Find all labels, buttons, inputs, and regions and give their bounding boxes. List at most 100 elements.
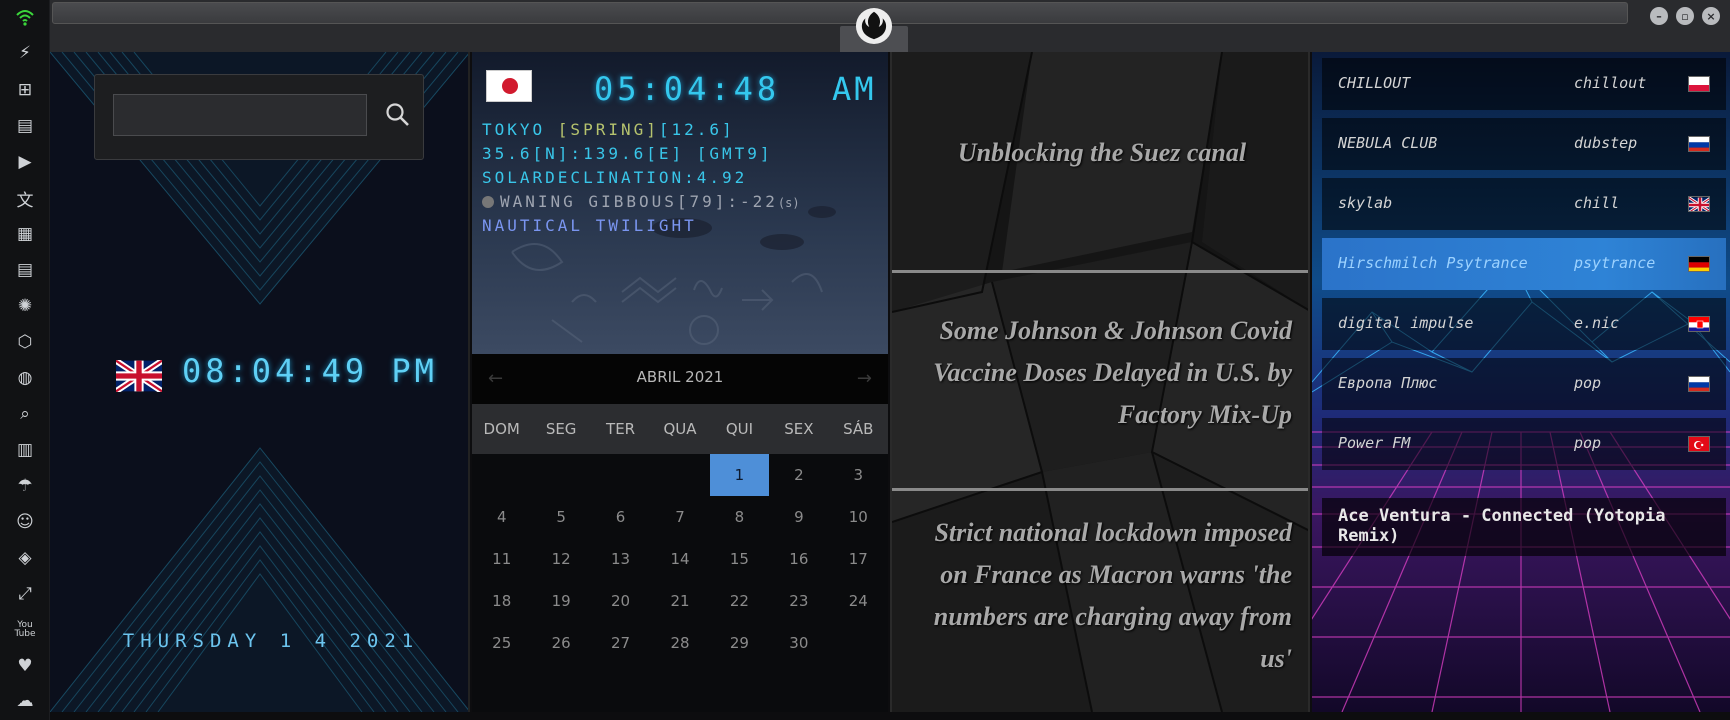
radio-station-row[interactable]: digital impulse e.nic <box>1322 298 1726 350</box>
heart-icon[interactable]: ♥ <box>10 653 40 679</box>
station-genre: chillout <box>1574 74 1647 92</box>
minimize-button[interactable]: – <box>1650 7 1668 25</box>
calendar-day[interactable]: 26 <box>531 622 590 664</box>
calendar-day[interactable]: 16 <box>769 538 828 580</box>
uk-time: 08:04:49 PM <box>182 352 438 390</box>
calendar-day[interactable]: 10 <box>829 496 888 538</box>
map-icon[interactable]: ▥ <box>10 437 40 463</box>
calendar-next-button[interactable]: → <box>857 368 872 389</box>
calendar-day[interactable]: 28 <box>650 622 709 664</box>
de-flag-icon <box>1688 256 1710 272</box>
calendar-day[interactable]: 6 <box>591 496 650 538</box>
search-button[interactable] <box>381 97 415 133</box>
calendar-day[interactable]: 11 <box>472 538 531 580</box>
calendar-day-names: DOM SEG TER QUA QUI SEX SÁB <box>472 404 888 454</box>
radio-station-row[interactable]: CHILLOUT chillout <box>1322 58 1726 110</box>
tokyo-time: 05:04:48 <box>594 70 781 108</box>
calendar-day[interactable]: 4 <box>472 496 531 538</box>
calendar-empty-cell <box>531 454 590 496</box>
close-button[interactable]: × <box>1702 7 1720 25</box>
expand-icon[interactable]: ⤢ <box>10 581 40 607</box>
news-divider <box>892 488 1308 491</box>
tokyo-coords: 35.6[N]:139.6[E] [GMT9] <box>482 144 773 163</box>
wifi-icon[interactable] <box>10 4 40 30</box>
contact-icon[interactable]: ☺ <box>10 509 40 535</box>
window-titlebar: – ▫ × <box>50 0 1730 52</box>
radio-station-row[interactable]: Hirschmilch Psytrance psytrance <box>1322 238 1726 290</box>
temperature: [12.6] <box>658 120 735 139</box>
hexagon-icon[interactable]: ⬡ <box>10 329 40 355</box>
calendar-day[interactable]: 30 <box>769 622 828 664</box>
radio-station-row[interactable]: NEBULA CLUB dubstep <box>1322 118 1726 170</box>
umbrella-icon[interactable]: ☂ <box>10 473 40 499</box>
pl-flag-icon <box>1688 76 1710 92</box>
globe-icon[interactable]: ◍ <box>10 365 40 391</box>
radio-station-row[interactable]: skylab chill <box>1322 178 1726 230</box>
station-genre: pop <box>1574 434 1602 452</box>
calendar-day-name: TER <box>606 420 636 438</box>
tokyo-location: TOKYO [SPRING][12.6] <box>482 120 735 139</box>
season: [SPRING] <box>557 120 659 139</box>
calendar-day[interactable]: 19 <box>531 580 590 622</box>
calendar-day[interactable]: 27 <box>591 622 650 664</box>
aperture-icon[interactable]: ✺ <box>10 293 40 319</box>
calendar-day[interactable]: 17 <box>829 538 888 580</box>
calendar-day[interactable]: 14 <box>650 538 709 580</box>
now-playing-title: Ace Ventura - Connected (Yotopia Remix) <box>1338 506 1666 546</box>
calendar-day[interactable]: 22 <box>710 580 769 622</box>
calendar-day[interactable]: 29 <box>710 622 769 664</box>
calendar-day[interactable]: 21 <box>650 580 709 622</box>
calendar-day[interactable]: 15 <box>710 538 769 580</box>
city-name: TOKYO <box>482 120 558 139</box>
calendar-day-name: SEG <box>545 420 577 438</box>
calendar-day[interactable]: 5 <box>531 496 590 538</box>
search-input[interactable] <box>113 94 367 136</box>
calendar-grid: 1 2 3 4 5 6 7 8 9 10 11 12 13 14 15 16 17 18 19 20 21 22 23 24 2… <box>472 454 888 664</box>
drag-region[interactable] <box>52 2 1628 24</box>
calendar-day[interactable]: 9 <box>769 496 828 538</box>
news-headline[interactable]: Unblocking the Suez canal <box>912 132 1292 174</box>
station-genre: psytrance <box>1574 254 1656 272</box>
station-name: NEBULA CLUB <box>1338 134 1438 152</box>
station-name: CHILLOUT <box>1338 74 1411 92</box>
tokyo-ampm: AM <box>832 70 877 108</box>
news-icon[interactable]: ▤ <box>10 257 40 283</box>
calendar-empty-cell <box>650 454 709 496</box>
translate-icon[interactable]: 文 <box>10 185 40 211</box>
news-headline[interactable]: Some Johnson & Johnson Covid Vaccine Dos… <box>912 310 1292 436</box>
windows-icon[interactable]: ⊞ <box>10 77 40 103</box>
maximize-button[interactable]: ▫ <box>1676 7 1694 25</box>
calendar-day[interactable]: 2 <box>769 454 828 496</box>
cloud-icon[interactable]: ☁ <box>10 688 40 714</box>
calendar-day[interactable]: 1 <box>709 454 770 496</box>
calendar-day[interactable]: 23 <box>769 580 828 622</box>
calendar-day[interactable]: 25 <box>472 622 531 664</box>
calendar-month: ABRIL 2021 <box>636 368 724 386</box>
station-genre: e.nic <box>1574 314 1620 332</box>
calendar-day[interactable]: 20 <box>591 580 650 622</box>
tokyo-info: 05:04:48 AM TOKYO [SPRING][12.6] 35.6[N]… <box>472 52 888 354</box>
uk-date: THURSDAY 1 4 2021 <box>122 630 420 652</box>
code-icon[interactable]: ◈ <box>10 545 40 571</box>
calendar-day[interactable]: 18 <box>472 580 531 622</box>
radio-station-row[interactable]: Power FM pop <box>1322 418 1726 470</box>
now-playing: Ace Ventura - Connected (Yotopia Remix) <box>1322 498 1726 556</box>
calendar-day[interactable]: 3 <box>829 454 888 496</box>
calendar-day[interactable]: 8 <box>710 496 769 538</box>
calendar-day[interactable]: 13 <box>591 538 650 580</box>
news-headline[interactable]: Strict national lockdown imposed on Fran… <box>912 512 1292 680</box>
play-icon[interactable]: ▶ <box>10 149 40 175</box>
lightning-icon[interactable]: ⚡ <box>10 40 40 66</box>
search-box <box>94 74 424 160</box>
calendar-day[interactable]: 7 <box>650 496 709 538</box>
archive-icon[interactable]: ▤ <box>10 113 40 139</box>
image-icon[interactable]: ▦ <box>10 221 40 247</box>
radio-station-row[interactable]: Европа Плюс pop <box>1322 358 1726 410</box>
calendar-empty-cell <box>591 454 650 496</box>
calendar-day-name: SEX <box>784 420 814 438</box>
search-icon[interactable]: ⌕ <box>10 401 40 427</box>
youtube-icon[interactable]: You Tube <box>10 617 40 643</box>
calendar-day[interactable]: 12 <box>531 538 590 580</box>
calendar-day[interactable]: 24 <box>829 580 888 622</box>
moon-phase: WANING GIBBOUS[79]:-22(s) <box>482 192 800 211</box>
